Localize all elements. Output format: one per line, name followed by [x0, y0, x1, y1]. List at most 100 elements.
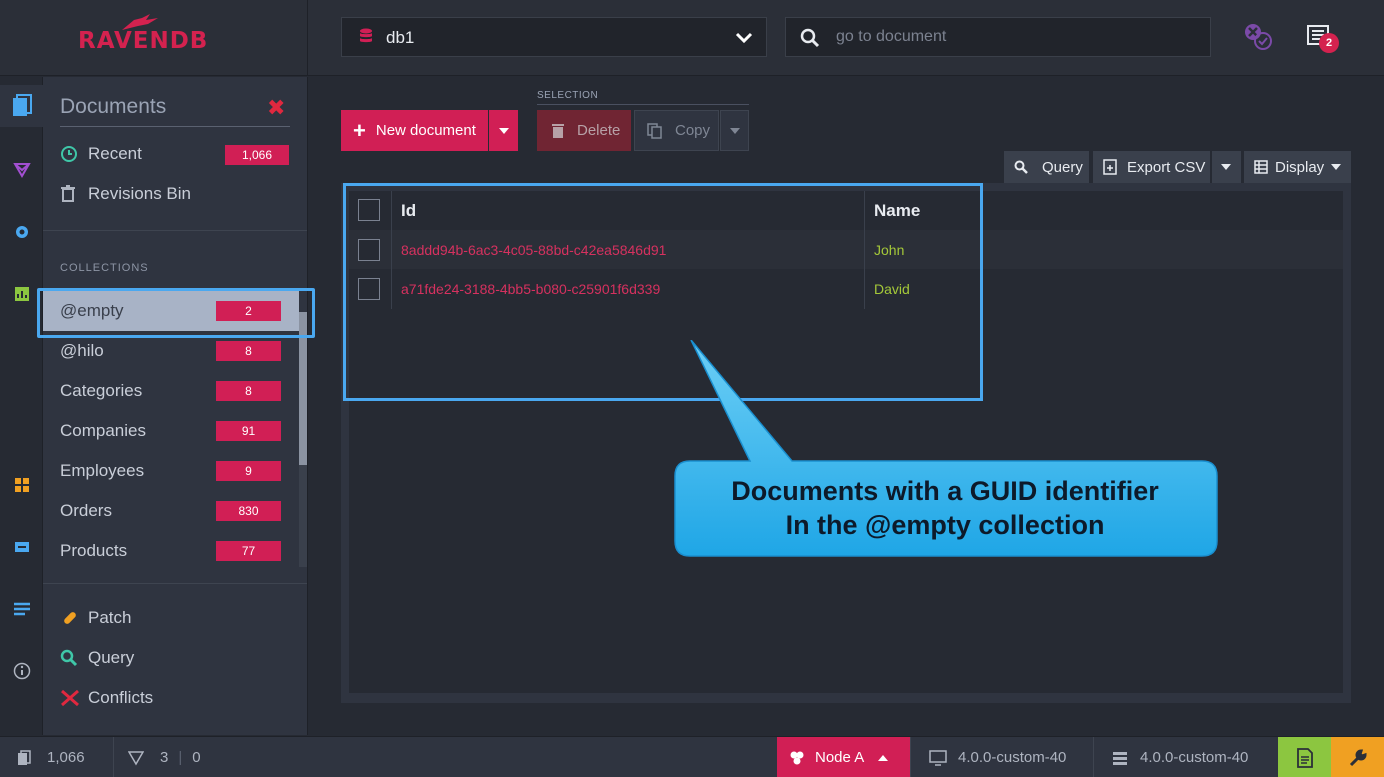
indexes-icon[interactable] [0, 149, 43, 191]
sidebar-item-query[interactable]: Query [60, 643, 290, 673]
wrench-icon [1349, 748, 1367, 766]
tasks-icon[interactable] [0, 464, 43, 506]
caret-down-icon [498, 127, 509, 134]
collection-label: Products [60, 541, 128, 560]
trash-icon [552, 123, 564, 138]
admin-icon[interactable] [0, 588, 43, 630]
node-button[interactable]: Node A [777, 737, 910, 777]
logo[interactable]: RAVENDB [78, 28, 208, 54]
export-icon [1103, 159, 1117, 175]
caret-up-icon [878, 754, 889, 761]
search-input[interactable] [836, 26, 1196, 48]
about-icon[interactable] [0, 650, 43, 692]
documents-panel: Documents ✖ Recent 1,066 Revisions Bin C… [43, 77, 308, 735]
callout-line-2: In the @empty collection [785, 510, 1105, 540]
documents-icon [18, 749, 31, 765]
collection-count-badge: 8 [216, 381, 281, 401]
status-bar: 1,066 3 | 0 Node A 4.0.0-custom-40 4.0.0… [0, 736, 1384, 777]
logo-area: RAVENDB [0, 0, 308, 76]
node-label: Node A [815, 749, 865, 766]
caret-down-icon [729, 127, 740, 134]
callout-line-1: Documents with a GUID identifier [731, 476, 1159, 506]
new-document-button[interactable]: + New document [341, 110, 488, 151]
cluster-icon [790, 751, 804, 764]
copy-label: Copy [675, 122, 711, 139]
collection-count-badge: 77 [216, 541, 281, 561]
tools-button[interactable] [1331, 737, 1384, 777]
client-version-label: 4.0.0-custom-40 [958, 749, 1067, 766]
collections-header: COLLECTIONS [60, 262, 149, 274]
grid-icon [1254, 160, 1268, 174]
collection-label: Categories [60, 381, 143, 400]
selection-divider [537, 104, 749, 105]
collection-count-badge: 830 [216, 501, 281, 521]
conflicts-icon [60, 689, 82, 707]
copy-button[interactable]: Copy [634, 110, 719, 151]
delete-label: Delete [577, 122, 621, 139]
settings-icon[interactable] [0, 211, 43, 253]
sidebar-item-label: Patch [88, 608, 132, 627]
sidebar-item-label: Query [88, 648, 135, 667]
documents-icon[interactable] [0, 85, 43, 127]
copy-dropdown-button[interactable] [720, 110, 749, 151]
database-icon [360, 28, 372, 43]
indexes-count-item[interactable]: 3 | 0 [113, 737, 201, 777]
collection-label: Companies [60, 421, 146, 440]
query-button[interactable]: Query [1004, 151, 1089, 183]
server-version[interactable]: 4.0.0-custom-40 [1093, 737, 1278, 777]
client-version[interactable]: 4.0.0-custom-40 [910, 737, 1093, 777]
cluster-status-icon[interactable] [1243, 22, 1275, 52]
close-icon[interactable]: ✖ [267, 95, 285, 121]
indexes-icon [128, 750, 144, 765]
search-icon [1014, 160, 1028, 174]
license-button[interactable] [1278, 737, 1331, 777]
export-dropdown-button[interactable] [1212, 151, 1241, 183]
new-document-dropdown-button[interactable] [489, 110, 518, 151]
search-icon [60, 649, 82, 667]
recent-count-badge: 1,066 [225, 145, 289, 165]
main-menu-rail [0, 77, 43, 735]
query-label: Query [1042, 158, 1083, 176]
collection-count-badge: 8 [216, 341, 281, 361]
plus-icon: + [353, 117, 366, 143]
sidebar-item-revisions-bin[interactable]: Revisions Bin [60, 179, 290, 209]
go-to-document[interactable] [785, 17, 1211, 57]
top-bar: RAVENDB db1 2 [0, 0, 1384, 76]
indexes-count: 3 [160, 749, 169, 766]
trash-icon [60, 185, 82, 203]
sidebar-item-label: Revisions Bin [88, 184, 191, 203]
monitor-icon [929, 749, 947, 766]
copy-icon [647, 122, 662, 139]
sidebar-item-label: Conflicts [88, 688, 154, 707]
divider [43, 583, 307, 584]
chevron-down-icon [735, 32, 753, 44]
database-select[interactable]: db1 [341, 17, 767, 57]
delete-button[interactable]: Delete [537, 110, 631, 151]
separator: | [178, 749, 183, 766]
collection-label: Employees [60, 461, 145, 480]
new-document-label: New document [375, 122, 476, 139]
patch-icon [60, 608, 82, 628]
display-button[interactable]: Display [1244, 151, 1351, 183]
license-icon [1296, 747, 1313, 768]
title-divider [60, 126, 290, 127]
callout-text: Documents with a GUID identifier In the … [675, 474, 1215, 542]
collection-count-badge: 91 [216, 421, 281, 441]
sidebar-item-conflicts[interactable]: Conflicts [60, 683, 290, 713]
collection-count-badge: 9 [216, 461, 281, 481]
export-csv-button[interactable]: Export CSV [1093, 151, 1210, 183]
errors-count: 0 [192, 749, 201, 766]
display-label: Display [1275, 158, 1325, 176]
divider [43, 230, 307, 231]
collection-label: @hilo [60, 341, 104, 360]
sidebar-item-label: Recent [88, 144, 142, 163]
manage-icon[interactable] [0, 526, 43, 568]
sidebar-item-patch[interactable]: Patch [60, 603, 290, 633]
docs-count-item[interactable]: 1,066 [17, 737, 85, 777]
caret-down-icon [1221, 164, 1231, 170]
search-icon [800, 28, 820, 48]
selection-label: SELECTION [537, 90, 599, 101]
server-version-label: 4.0.0-custom-40 [1140, 749, 1249, 766]
server-icon [1113, 751, 1127, 765]
export-csv-label: Export CSV [1127, 158, 1206, 176]
